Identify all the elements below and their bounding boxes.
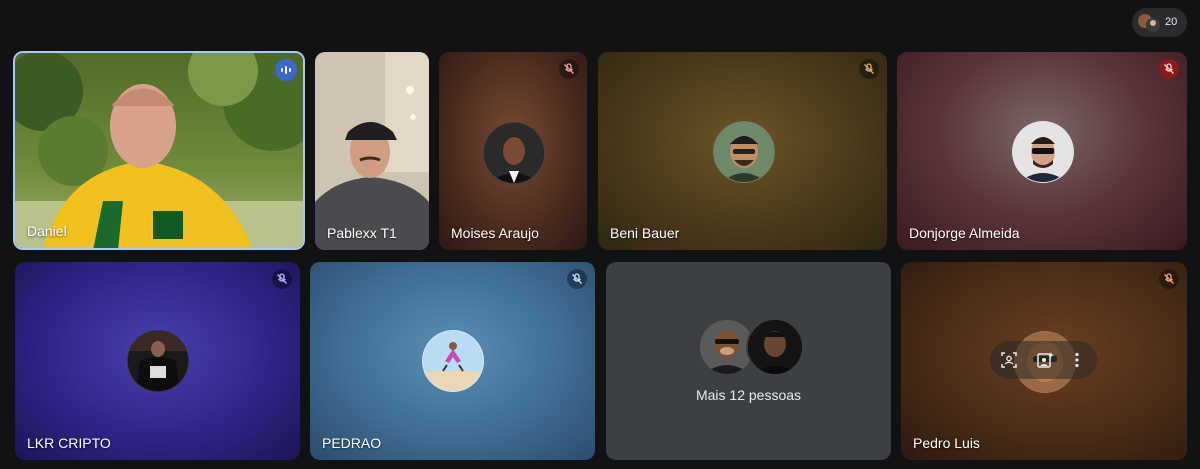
muted-indicator xyxy=(559,59,579,79)
participant-tile-pedrao[interactable]: PEDRAO xyxy=(310,262,595,460)
participant-name: PEDRAO xyxy=(322,435,382,451)
muted-indicator xyxy=(567,269,587,289)
participant-name: Donjorge Almeida xyxy=(909,225,1020,241)
participant-tile-daniel[interactable]: Daniel xyxy=(13,51,305,250)
participant-avatar xyxy=(1012,121,1074,183)
muted-indicator xyxy=(859,59,879,79)
more-participants-label: Mais 12 pessoas xyxy=(695,387,802,403)
more-participants-tile[interactable]: Mais 12 pessoas xyxy=(606,262,891,460)
participant-avatar xyxy=(483,122,545,184)
participant-tile-beni[interactable]: Beni Bauer xyxy=(598,52,887,250)
participant-video-daniel xyxy=(15,53,303,248)
avatar-photo xyxy=(748,320,802,374)
participant-name: Moises Araujo xyxy=(451,225,539,241)
participants-chip[interactable]: 20 xyxy=(1132,8,1187,37)
mic-off-icon xyxy=(572,273,582,284)
speaking-indicator xyxy=(275,59,297,81)
more-vert-icon xyxy=(1075,352,1079,368)
mic-off-icon xyxy=(864,63,874,74)
frame-person-icon xyxy=(1001,352,1017,368)
participant-tile-pablexx[interactable]: Pablexx T1 xyxy=(315,52,429,250)
more-options-button[interactable] xyxy=(1066,347,1088,373)
avatar-photo xyxy=(484,123,544,183)
participant-name: Daniel xyxy=(27,223,67,239)
mic-off-icon xyxy=(1164,63,1174,74)
mic-off-icon xyxy=(277,273,287,284)
muted-indicator xyxy=(1159,269,1179,289)
visual-effects-icon xyxy=(1037,352,1054,368)
tile-actions-bar xyxy=(990,341,1097,379)
more-avatar-2 xyxy=(746,318,804,376)
participant-video-pablexx xyxy=(315,52,429,250)
participant-avatars-icon xyxy=(1138,14,1160,32)
avatar-photo xyxy=(714,122,774,182)
mic-off-icon xyxy=(1164,273,1174,284)
participant-avatar xyxy=(713,121,775,183)
participant-avatar xyxy=(127,330,189,392)
participant-name: LKR CRIPTO xyxy=(27,435,111,451)
frame-person-button[interactable] xyxy=(996,347,1022,373)
participant-name: Pablexx T1 xyxy=(327,225,397,241)
muted-indicator xyxy=(1159,59,1179,79)
mic-off-icon xyxy=(564,63,574,74)
participant-count: 20 xyxy=(1165,16,1178,28)
participant-tile-donjorge[interactable]: Donjorge Almeida xyxy=(897,52,1187,250)
participant-name: Beni Bauer xyxy=(610,225,680,241)
participant-name: Pedro Luis xyxy=(913,435,980,451)
avatar-photo xyxy=(423,331,483,391)
participant-tile-moises[interactable]: Moises Araujo xyxy=(439,52,587,250)
visual-effects-button[interactable] xyxy=(1032,347,1058,373)
avatar-photo xyxy=(128,331,188,391)
participant-avatar xyxy=(422,330,484,392)
participant-tile-lkr[interactable]: LKR CRIPTO xyxy=(15,262,300,460)
audio-wave-icon xyxy=(281,66,291,74)
avatar-photo xyxy=(1013,122,1073,182)
muted-indicator xyxy=(272,269,292,289)
